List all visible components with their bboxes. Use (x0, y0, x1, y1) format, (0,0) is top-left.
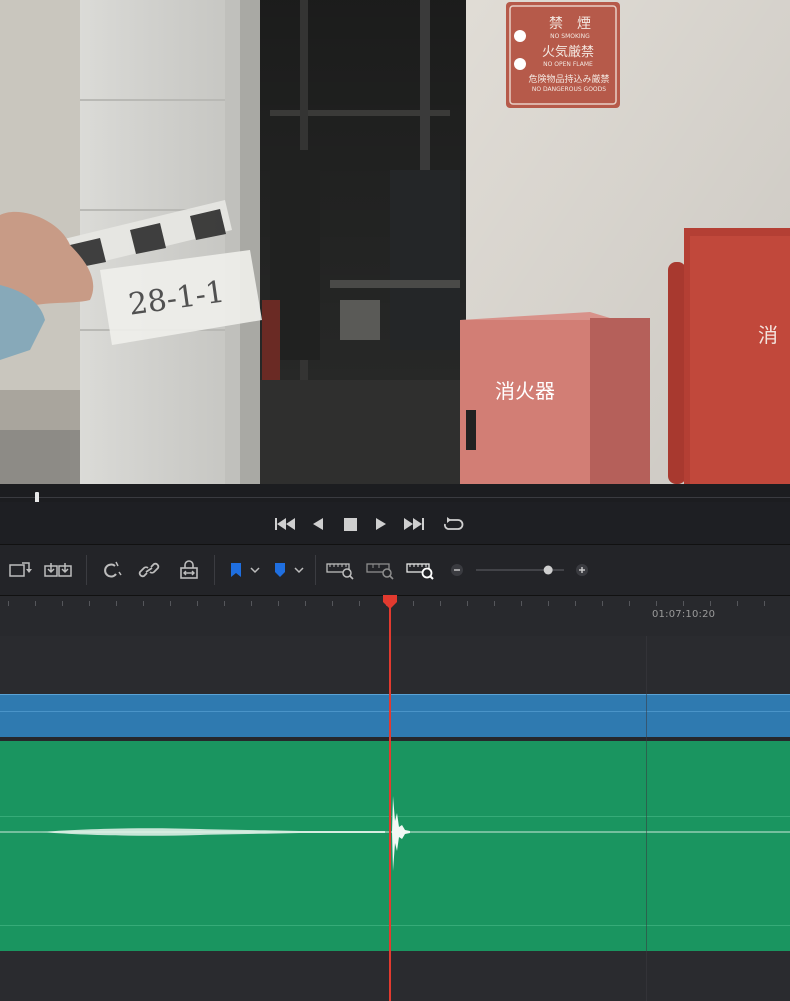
marker-dropdown[interactable] (269, 557, 307, 583)
loop-icon (443, 517, 464, 530)
zoom-full-icon (326, 563, 354, 580)
ruler-tick (548, 601, 549, 606)
viewer-frame: 禁 煙 NO SMOKING 火気厳禁 NO OPEN FLAME 危険物品持込… (0, 0, 790, 484)
ruler-tick (251, 601, 252, 606)
position-lock-button[interactable] (176, 557, 202, 583)
clip-divider (0, 711, 790, 712)
ruler-tick (764, 601, 765, 606)
overwrite-icon (9, 562, 32, 577)
ripple-icon (44, 563, 72, 577)
ripple-overwrite-button[interactable] (42, 557, 76, 583)
video-frame-image: 禁 煙 NO SMOKING 火気厳禁 NO OPEN FLAME 危険物品持込… (0, 0, 790, 484)
ruler-tick (116, 601, 117, 606)
svg-text:NO OPEN FLAME: NO OPEN FLAME (543, 61, 593, 68)
clip-edge (0, 694, 790, 695)
timeline-toolbar (0, 545, 790, 596)
ruler-tick (8, 601, 9, 606)
ruler-tick (710, 601, 711, 606)
ruler-tick (332, 601, 333, 606)
zoom-full-button[interactable] (324, 557, 356, 583)
scrub-track (0, 497, 790, 498)
playhead[interactable] (389, 598, 391, 1001)
skip-to-start-button[interactable] (273, 515, 297, 533)
svg-text:危険物品持込み厳禁: 危険物品持込み厳禁 (528, 73, 609, 85)
play-reverse-button[interactable] (306, 515, 330, 533)
ruler-tick (602, 601, 603, 606)
stop-button[interactable] (338, 515, 362, 533)
ruler-tick (359, 601, 360, 606)
fire-cabinet: 消 (668, 228, 790, 484)
zoom-in-icon (576, 564, 588, 576)
ruler-tick (494, 601, 495, 606)
zoom-in-button[interactable] (573, 557, 591, 583)
zoom-custom-button[interactable] (404, 557, 436, 583)
snapping-button[interactable] (98, 557, 124, 583)
ruler-tick (737, 601, 738, 606)
ruler-tick (143, 601, 144, 606)
skip-to-start-icon (275, 518, 295, 530)
play-reverse-icon (313, 518, 323, 530)
ruler-tick (224, 601, 225, 606)
ruler-tick (305, 601, 306, 606)
link-button[interactable] (136, 557, 162, 583)
ruler-timecode: 01:07:10:20 (652, 609, 716, 620)
toolbar-separator (214, 555, 215, 585)
extinguisher-box: 消火器 (460, 312, 650, 484)
ruler-tick (683, 601, 684, 606)
snapping-icon (104, 561, 122, 578)
skip-to-end-button[interactable] (402, 515, 426, 533)
ruler-tick (629, 601, 630, 606)
svg-text:消: 消 (758, 323, 778, 347)
play-button[interactable] (369, 515, 393, 533)
ruler-tick (413, 601, 414, 606)
viewer-scrub-bar[interactable] (0, 484, 790, 503)
skip-to-end-icon (404, 518, 424, 530)
svg-text:NO DANGEROUS GOODS: NO DANGEROUS GOODS (532, 86, 606, 93)
ruler-tick (35, 601, 36, 606)
zoom-detail-icon (366, 563, 394, 580)
zoom-out-button[interactable] (448, 557, 466, 583)
zoom-slider[interactable] (474, 557, 566, 583)
loop-button[interactable] (441, 515, 465, 533)
svg-text:NO SMOKING: NO SMOKING (550, 33, 590, 40)
flag-dropdown[interactable] (225, 557, 263, 583)
transport-controls (0, 502, 790, 545)
zoom-slider-handle[interactable] (543, 565, 553, 575)
audio-clip[interactable] (0, 741, 790, 951)
ruler-tick (440, 601, 441, 606)
ruler-tick (656, 601, 657, 606)
zoom-out-icon (451, 564, 463, 576)
ruler-tick (170, 601, 171, 606)
link-icon (138, 562, 160, 578)
audio-waveform (0, 796, 790, 871)
toolbar-separator (86, 555, 87, 585)
grid-line (646, 636, 647, 1001)
ruler-tick (521, 601, 522, 606)
zoom-detail-button[interactable] (364, 557, 396, 583)
ruler-tick (467, 601, 468, 606)
empty-track[interactable] (0, 636, 790, 695)
svg-text:消火器: 消火器 (495, 379, 555, 403)
video-clip[interactable] (0, 694, 790, 737)
svg-text:禁 煙: 禁 煙 (549, 16, 591, 32)
no-smoking-sign: 禁 煙 NO SMOKING 火気厳禁 NO OPEN FLAME 危険物品持込… (506, 2, 620, 108)
ruler-tick (278, 601, 279, 606)
toolbar-separator (315, 555, 316, 585)
zoom-custom-icon (406, 563, 434, 580)
ruler-tick (575, 601, 576, 606)
ruler-tick (197, 601, 198, 606)
play-icon (376, 518, 386, 530)
overwrite-button[interactable] (6, 557, 34, 583)
ruler-tick (89, 601, 90, 606)
marker-icon (275, 563, 304, 577)
position-lock-icon (180, 560, 198, 579)
stop-icon (343, 517, 357, 531)
empty-track[interactable] (0, 951, 790, 1001)
flag-icon (231, 563, 260, 577)
ruler-tick (62, 601, 63, 606)
playhead-handle[interactable] (382, 594, 398, 610)
svg-text:火気厳禁: 火気厳禁 (542, 44, 594, 60)
